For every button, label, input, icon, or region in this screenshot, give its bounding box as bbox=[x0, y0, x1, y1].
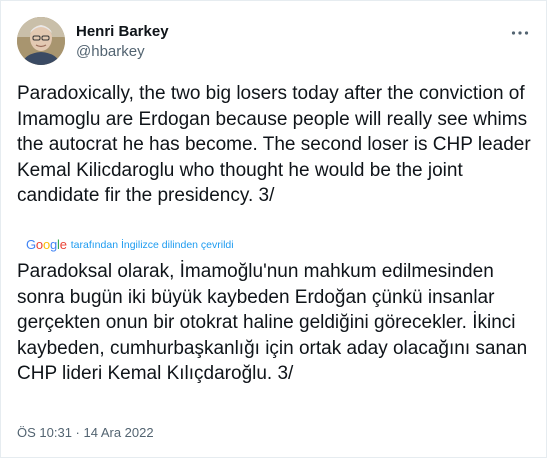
user-handle[interactable]: @hbarkey bbox=[76, 43, 169, 61]
profile-photo bbox=[17, 17, 65, 65]
tweet-text: Paradoxically, the two big losers today … bbox=[17, 83, 531, 206]
display-name[interactable]: Henri Barkey bbox=[76, 23, 169, 41]
translation-attribution[interactable]: Google tarafından İngilizce dilinden çev… bbox=[26, 238, 234, 252]
more-horizontal-icon bbox=[511, 31, 529, 35]
translated-tweet-text: Paradoksal olarak, İmamoğlu'nun mahkum e… bbox=[17, 261, 528, 384]
avatar[interactable] bbox=[17, 17, 65, 65]
google-logo: Google bbox=[26, 237, 67, 252]
user-info: Henri Barkey @hbarkey bbox=[76, 23, 169, 61]
tweet-card: Henri Barkey @hbarkey Paradoxically, the… bbox=[0, 0, 547, 458]
translation-attribution-text[interactable]: tarafından İngilizce dilinden çevrildi bbox=[71, 238, 234, 252]
tweet-timestamp[interactable]: ÖS 10:31 · 14 Ara 2022 bbox=[17, 425, 154, 441]
more-options-button[interactable] bbox=[508, 23, 532, 43]
